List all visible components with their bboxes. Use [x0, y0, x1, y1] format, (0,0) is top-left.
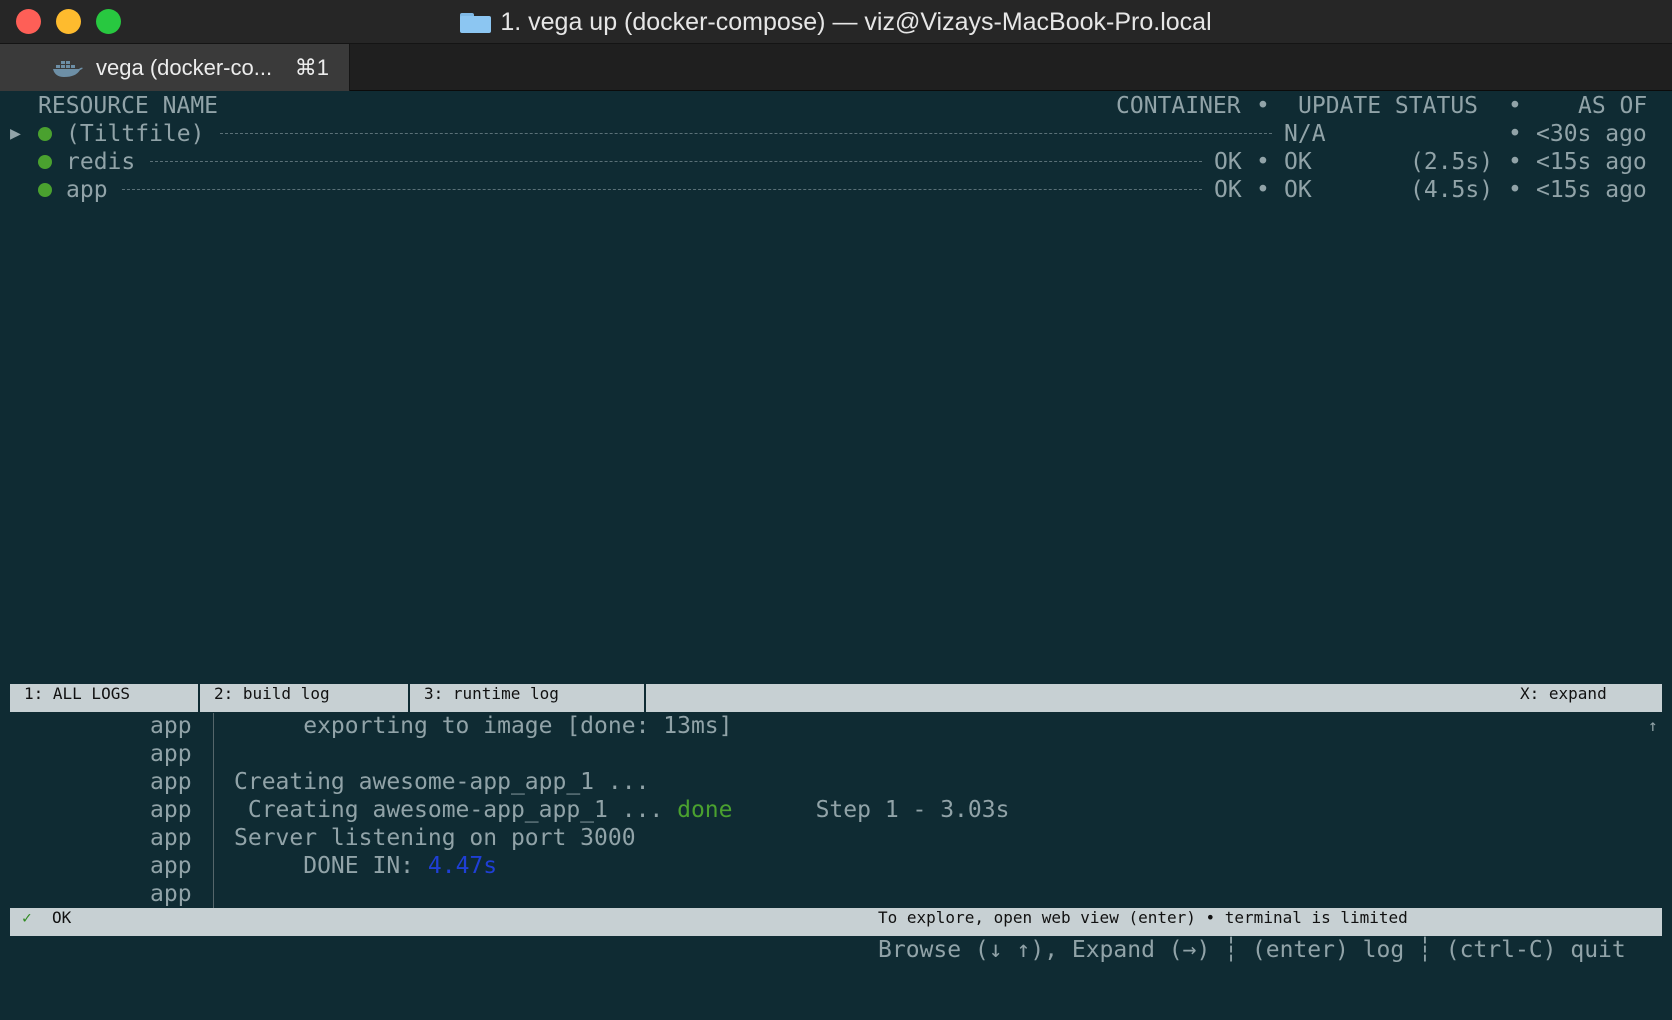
- resource-header-row: RESOURCE NAME CONTAINER • UPDATE STATUS …: [0, 92, 1672, 120]
- window-title: 1. vega up (docker-compose) — viz@Vizays…: [0, 0, 1672, 44]
- leader-line: [150, 161, 1202, 162]
- resource-duration: (2.5s): [1410, 149, 1494, 175]
- resource-as-of: <15s ago: [1536, 149, 1647, 175]
- log-line: app: [0, 740, 1672, 768]
- status-dot: [38, 155, 52, 169]
- log-source: app: [150, 769, 192, 795]
- status-bar: ✓ OK To explore, open web view (enter) •…: [10, 908, 1662, 936]
- log-line: app Creating awesome-app_app_1 ...: [0, 768, 1672, 796]
- resource-update-status: N/A: [1284, 121, 1326, 147]
- scroll-up-icon[interactable]: ↑: [1648, 712, 1658, 740]
- resource-row-tiltfile[interactable]: ▶ (Tiltfile) N/A • <30s ago: [0, 120, 1672, 148]
- resource-update-status: OK: [1284, 149, 1312, 175]
- resource-as-of: <30s ago: [1536, 121, 1647, 147]
- folder-icon: [460, 11, 492, 33]
- tab-build-log[interactable]: 2: build log: [200, 684, 410, 712]
- log-line: app Creating awesome-app_app_1 ... done …: [0, 796, 1672, 824]
- expand-logs-button[interactable]: X: expand: [1520, 684, 1607, 703]
- resource-container-status: OK: [1214, 149, 1242, 175]
- log-line: app: [0, 880, 1672, 908]
- separator: •: [1508, 177, 1522, 203]
- resource-name: app: [66, 177, 108, 203]
- key-hints-area: Browse (↓ ↑), Expand (→) ┆ (enter) log ┆…: [0, 936, 1672, 968]
- key-hints-row: Browse (↓ ↑), Expand (→) ┆ (enter) log ┆…: [0, 936, 1672, 964]
- resource-row-redis[interactable]: redis OK • OK (2.5s) • <15s ago: [0, 148, 1672, 176]
- log-text: Server listening on port 3000: [234, 825, 636, 851]
- log-text: Creating awesome-app_app_1 ...: [234, 797, 678, 823]
- log-text: exporting to image [done: 13ms]: [234, 713, 733, 739]
- terminal-tab[interactable]: vega (docker-co... ⌘1: [0, 44, 350, 91]
- terminal-tab-label: vega (docker-co...: [96, 54, 273, 80]
- resource-duration: (4.5s): [1410, 177, 1494, 203]
- resource-name: redis: [66, 149, 136, 175]
- key-hints: Browse (↓ ↑), Expand (→) ┆ (enter) log ┆…: [878, 937, 1626, 963]
- log-source: app: [150, 881, 192, 907]
- status-dot: [38, 183, 52, 197]
- log-pane: app exporting to image [done: 13ms] ↑ ap…: [0, 712, 1672, 908]
- log-tab-bar: 1: ALL LOGS 2: build log 3: runtime log …: [10, 684, 1662, 712]
- log-duration-highlight: 4.47s: [427, 853, 498, 879]
- resource-container-status: OK: [1214, 177, 1242, 203]
- window-titlebar: 1. vega up (docker-compose) — viz@Vizays…: [0, 0, 1672, 44]
- resource-name: (Tiltfile): [66, 121, 205, 147]
- resource-update-status: OK: [1284, 177, 1312, 203]
- log-text: DONE IN:: [234, 853, 428, 879]
- status-dot: [38, 127, 52, 141]
- terminal-tab-shortcut: ⌘1: [294, 54, 329, 80]
- resource-as-of: <15s ago: [1536, 177, 1647, 203]
- window-title-text: 1. vega up (docker-compose) — viz@Vizays…: [500, 7, 1212, 36]
- log-source: app: [150, 741, 192, 767]
- header-container: CONTAINER: [1116, 93, 1241, 119]
- log-line: app DONE IN: 4.47s: [0, 852, 1672, 880]
- status-ok-text: OK: [52, 908, 72, 927]
- log-line: app Server listening on port 3000: [0, 824, 1672, 852]
- separator: •: [1508, 121, 1522, 147]
- log-text-with-status: Creating awesome-app_app_1 ... done Step…: [234, 796, 1010, 824]
- log-text-with-duration: DONE IN: 4.47s: [234, 852, 497, 880]
- header-as-of: AS OF: [1578, 93, 1648, 119]
- tab-runtime-log[interactable]: 3: runtime log: [410, 684, 646, 712]
- expand-arrow-icon[interactable]: ▶: [10, 120, 21, 148]
- log-done-highlight: done: [677, 797, 733, 823]
- log-source: app: [150, 797, 192, 823]
- header-update-status: UPDATE STATUS: [1298, 93, 1479, 119]
- header-resource-name: RESOURCE NAME: [38, 93, 219, 119]
- check-icon: ✓: [22, 908, 32, 927]
- leader-line: [122, 189, 1202, 190]
- resource-row-app[interactable]: app OK • OK (4.5s) • <15s ago: [0, 176, 1672, 204]
- status-hint: To explore, open web view (enter) • term…: [878, 908, 1408, 927]
- log-line: app exporting to image [done: 13ms] ↑: [0, 712, 1672, 740]
- docker-whale-icon: [53, 60, 83, 77]
- log-source: app: [150, 713, 192, 739]
- log-source: app: [150, 853, 192, 879]
- separator: •: [1508, 149, 1522, 175]
- separator: •: [1256, 177, 1270, 203]
- tab-all-logs[interactable]: 1: ALL LOGS: [10, 684, 200, 712]
- header-separator: •: [1508, 93, 1522, 119]
- leader-line: [220, 133, 1272, 134]
- log-text: Creating awesome-app_app_1 ...: [234, 769, 650, 795]
- log-step-timing: Step 1 - 3.03s: [732, 797, 1010, 823]
- tab-bar: vega (docker-co... ⌘1: [0, 44, 1672, 91]
- header-separator: •: [1256, 93, 1270, 119]
- separator: •: [1256, 149, 1270, 175]
- log-source: app: [150, 825, 192, 851]
